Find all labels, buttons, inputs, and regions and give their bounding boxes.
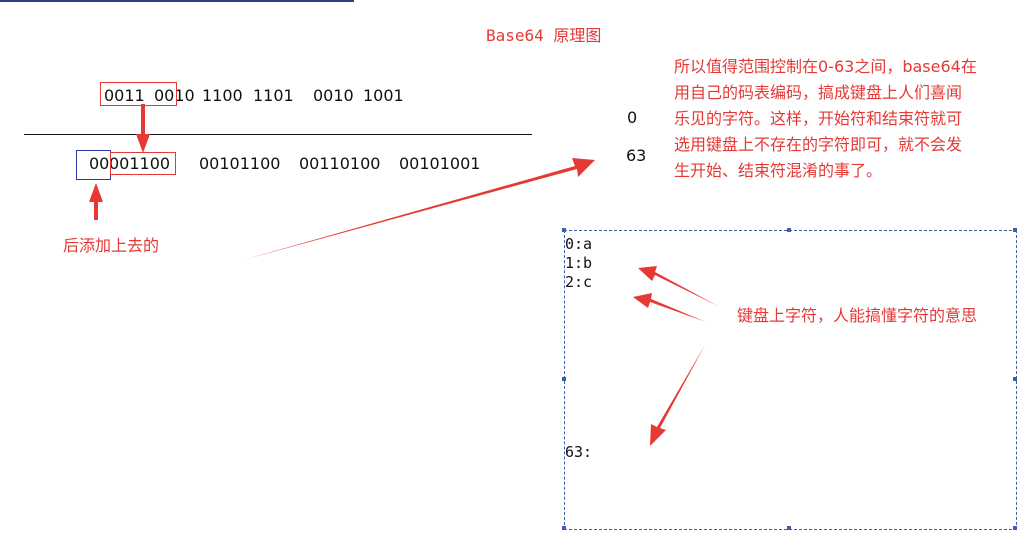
arrow-to-mapping-63 [650,345,705,446]
long-diagonal-arrow [243,158,595,260]
arrow-up-head [89,183,103,202]
arrow-down-head [136,134,150,153]
annotation-arrows [89,104,718,446]
arrow-to-mapping-b [633,293,706,322]
